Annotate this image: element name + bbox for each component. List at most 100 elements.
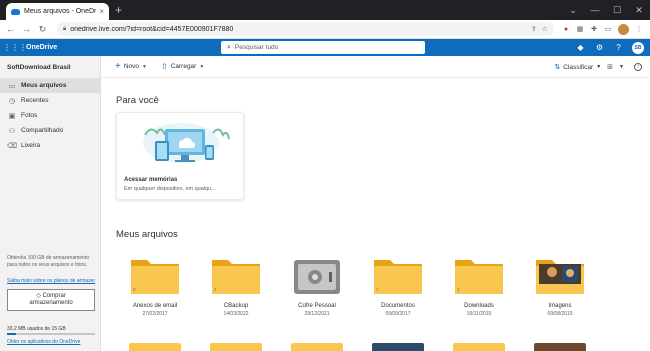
minimize-icon[interactable]: —	[584, 5, 606, 15]
card-subtitle: Em qualquer dispositivo, em qualqu...	[124, 186, 216, 192]
sort-button[interactable]: Classificar	[563, 64, 593, 71]
tab-close-icon[interactable]: ×	[99, 7, 104, 16]
extension-icon[interactable]: ▦	[573, 25, 587, 33]
folder-icon: 1	[372, 256, 424, 296]
memories-card[interactable]: Acessar memórias Em qualquer dispositivo…	[116, 112, 244, 200]
get-apps-link[interactable]: Obter os aplicativos do OneDrive	[7, 339, 80, 345]
forward-arrow-icon[interactable]: →	[20, 24, 33, 34]
for-you-heading: Para você	[116, 95, 159, 106]
storage-plans-link[interactable]: Saiba mais sobre os planos de armazename…	[7, 278, 95, 284]
search-icon: ⌕	[227, 43, 231, 51]
folder-icon[interactable]	[210, 343, 262, 351]
vault-item[interactable]: Cofre Pessoal 29/12/2021	[278, 256, 356, 317]
close-window-icon[interactable]: ✕	[628, 5, 650, 16]
new-label: Novo	[123, 63, 140, 70]
browser-tab[interactable]: Meus arquivos - OneDrive ×	[6, 3, 109, 20]
brand-name[interactable]: OneDrive	[26, 44, 57, 51]
folder-icon: ▭	[8, 82, 16, 90]
suite-actions: ◆ ⚙ ? SB	[571, 39, 644, 56]
storage-usage-text[interactable]: 33,2 MB usados de 15 GB	[7, 326, 66, 332]
upload-label: Carregar	[170, 63, 197, 70]
maximize-icon[interactable]: ☐	[606, 5, 628, 16]
reload-icon[interactable]: ↻	[36, 24, 49, 35]
new-button[interactable]: + Novo ▼	[115, 61, 147, 72]
folder-date: 16/11/2015	[466, 311, 492, 317]
chevron-down-icon[interactable]: ⌄	[562, 5, 584, 16]
url-text: onedrive.live.com/?id=root&cid=4457E0009…	[70, 25, 234, 33]
my-files-heading: Meus arquivos	[116, 229, 178, 240]
buy-storage-label-1: ◇ Comprar	[36, 293, 66, 299]
folder-icon[interactable]	[453, 343, 505, 351]
folder-icon[interactable]	[372, 343, 424, 351]
search-box[interactable]: ⌕ Pesquisar tudo	[221, 41, 425, 54]
folder-date: 14/03/2022	[223, 311, 249, 317]
folder-icon[interactable]	[291, 343, 343, 351]
view-grid-icon[interactable]: ⊞	[607, 63, 613, 71]
folder-name: Documentos	[381, 303, 415, 309]
nav-item-lixeira[interactable]: ⌫ Lixeira	[0, 138, 100, 153]
extension-icon[interactable]: ●	[559, 26, 573, 33]
chevron-down-icon: ▼	[199, 63, 205, 70]
user-avatar[interactable]: SB	[632, 41, 644, 54]
reading-list-icon[interactable]: ▭	[601, 25, 615, 33]
menu-dots-icon[interactable]: ⋮	[632, 25, 646, 33]
folder-item[interactable]: 1 Documentos 09/09/2017	[359, 256, 437, 317]
nav-item-fotos[interactable]: ▣ Fotos	[0, 108, 100, 123]
folder-count: 1	[214, 287, 217, 292]
chevron-down-icon[interactable]: ▼	[619, 64, 624, 70]
folder-name: Imagens	[548, 303, 572, 309]
image-icon: ▣	[8, 112, 16, 120]
folder-count: 1	[376, 287, 379, 292]
folder-item[interactable]: 1 Downloads 16/11/2015	[440, 256, 518, 317]
onedrive-cloud-icon	[11, 8, 20, 15]
profile-avatar[interactable]	[618, 23, 629, 35]
chevron-down-icon: ▼	[596, 64, 602, 70]
help-icon[interactable]: ?	[609, 43, 628, 52]
folder-count: 1	[457, 287, 460, 292]
folder-count: 0	[133, 287, 136, 292]
upload-button[interactable]: ⇧ Carregar ▼	[161, 62, 204, 71]
nav-item-label: Compartilhado	[21, 127, 64, 134]
folder-icon[interactable]	[534, 343, 586, 351]
share-icon[interactable]: ⇪	[531, 25, 537, 33]
nav-item-compartilhado[interactable]: ⚇ Compartilhado	[0, 123, 100, 138]
url-bar[interactable]: 🔒︎ onedrive.live.com/?id=root&cid=4457E0…	[57, 22, 554, 36]
new-tab-button[interactable]: +	[115, 3, 122, 17]
vault-safe-icon	[291, 256, 343, 296]
account-name: SoftDownload Brasil	[7, 64, 71, 71]
storage-usage-fill	[7, 333, 16, 335]
photo-folder-item[interactable]: Imagens 09/08/2019	[521, 256, 599, 317]
next-folder-row	[116, 343, 636, 351]
nav-item-meus-arquivos[interactable]: ▭ Meus arquivos	[0, 78, 100, 93]
premium-diamond-icon[interactable]: ◆	[571, 43, 590, 52]
folder-item[interactable]: 0 Anexos de email 27/02/2017	[116, 256, 194, 317]
buy-storage-button[interactable]: ◇ Comprar armazenamento	[7, 289, 95, 311]
puzzle-icon[interactable]: ✚	[587, 25, 601, 33]
command-bar: + Novo ▼ ⇧ Carregar ▼ ⇅ Classificar ▼ ⊞ …	[101, 56, 650, 78]
folder-name: CBackup	[223, 303, 249, 309]
nav-item-label: Recentes	[21, 97, 49, 104]
nav-list: ▭ Meus arquivos ◷ Recentes ▣ Fotos ⚇ Com…	[0, 78, 100, 153]
tab-title: Meus arquivos - OneDrive	[24, 8, 97, 15]
folder-grid: 0 Anexos de email 27/02/2017 1 CBackup 1…	[116, 256, 636, 326]
clock-icon: ◷	[8, 97, 16, 105]
suite-header: ⋮⋮⋮ OneDrive ⌕ Pesquisar tudo ◆ ⚙ ? SB	[0, 39, 650, 56]
bookmark-star-icon[interactable]: ☆	[542, 25, 548, 33]
folder-name: Downloads	[464, 303, 494, 309]
info-icon[interactable]: i	[634, 63, 642, 71]
folder-icon: 1	[210, 256, 262, 296]
window-controls: ⌄ — ☐ ✕	[562, 0, 650, 20]
nav-item-recentes[interactable]: ◷ Recentes	[0, 93, 100, 108]
sort-icon: ⇅	[554, 64, 561, 71]
app-launcher-icon[interactable]: ⋮⋮⋮	[3, 43, 27, 52]
storage-promo-text: Obtenha 100 GB de armazenamento para tod…	[7, 255, 89, 268]
nav-item-label: Fotos	[21, 112, 38, 119]
browser-tab-strip: Meus arquivos - OneDrive × + ⌄ — ☐ ✕	[0, 0, 650, 20]
extension-icons: ● ▦ ✚ ▭ ⋮	[559, 23, 646, 35]
nav-item-label: Meus arquivos	[21, 82, 67, 89]
back-arrow-icon[interactable]: ←	[4, 24, 17, 34]
folder-icon[interactable]	[129, 343, 181, 351]
trash-icon: ⌫	[7, 142, 17, 150]
folder-item[interactable]: 1 CBackup 14/03/2022	[197, 256, 275, 317]
settings-gear-icon[interactable]: ⚙	[590, 43, 609, 52]
